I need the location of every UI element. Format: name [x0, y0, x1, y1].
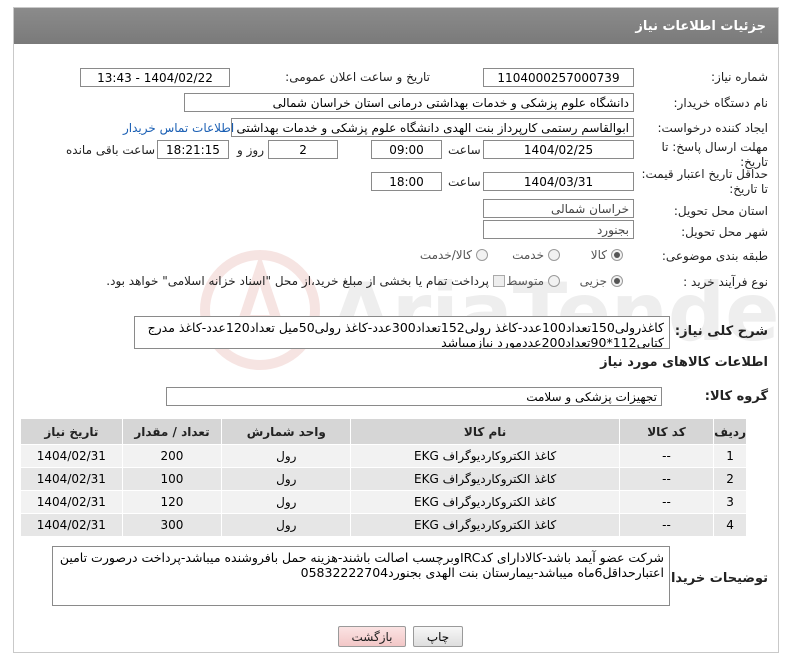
table-row: 3 -- کاغذ الکتروکاردیوگراف EKG رول 120 1… — [20, 490, 747, 514]
cell-date: 1404/02/31 — [20, 444, 123, 468]
cell-code: -- — [618, 467, 715, 491]
need-number-label: شماره نیاز: — [711, 70, 768, 84]
radio-medium[interactable] — [548, 275, 560, 287]
cell-unit: رول — [221, 513, 352, 537]
announce-datetime-field: 1404/02/22 - 13:43 — [80, 68, 230, 87]
deadline-time-field: 09:00 — [371, 140, 442, 159]
announce-label: تاریخ و ساعت اعلان عمومی: — [285, 70, 430, 84]
creator-label: ایجاد کننده درخواست: — [657, 121, 768, 135]
cell-row: 2 — [713, 467, 747, 491]
col-qty: تعداد / مقدار — [121, 418, 223, 445]
goods-info-title: اطلاعات کالاهای مورد نیاز — [600, 355, 768, 370]
validity-time-label: ساعت — [448, 175, 481, 189]
cell-unit: رول — [221, 444, 352, 468]
payment-checkbox[interactable] — [493, 275, 505, 287]
cell-unit: رول — [221, 467, 352, 491]
col-row: ردیف — [713, 418, 747, 445]
buyer-org-label: نام دستگاه خریدار: — [673, 96, 769, 110]
buyer-org-field: دانشگاه علوم پزشکی و خدمات بهداشتی درمان… — [184, 93, 634, 112]
deadline-label: مهلت ارسال پاسخ: تا — [661, 140, 768, 154]
radio-goods[interactable] — [611, 249, 623, 261]
cell-qty: 300 — [121, 513, 223, 537]
cell-code: -- — [618, 490, 715, 514]
cell-unit: رول — [221, 490, 352, 514]
table-row: 4 -- کاغذ الکتروکاردیوگراف EKG رول 300 1… — [20, 513, 747, 537]
cell-date: 1404/02/31 — [20, 490, 123, 514]
goods-group-label: گروه کالا: — [704, 389, 768, 404]
cell-qty: 100 — [121, 467, 223, 491]
need-number-field: 1104000257000739 — [483, 68, 634, 87]
general-desc-textarea[interactable]: کاغذرولی150تعداد100عدد-کاغذ رولی152تعداد… — [134, 316, 670, 349]
city-label: شهر محل تحویل: — [681, 225, 768, 239]
buyer-notes-label: توضیحات خریدار: — [658, 571, 768, 586]
validity-time-field: 18:00 — [371, 172, 442, 191]
payment-note: پرداخت تمام یا بخشی از مبلغ خرید،از محل … — [106, 274, 505, 288]
city-field: بجنورد — [483, 220, 634, 239]
process-option-medium[interactable]: متوسط — [506, 274, 560, 288]
days-remaining-field: 2 — [268, 140, 338, 159]
category-label: طبقه بندی موضوعی: — [661, 249, 768, 263]
goods-table-header: ردیف کد کالا نام کالا واحد شمارش تعداد /… — [20, 418, 747, 445]
cell-date: 1404/02/31 — [20, 467, 123, 491]
cell-row: 4 — [713, 513, 747, 537]
remaining-time-label: ساعت باقی مانده — [66, 143, 156, 157]
buyer-notes-textarea[interactable]: شرکت عضو آیمد باشد-کالادارای کدIRCوبرچسب… — [52, 546, 670, 606]
process-option-minor[interactable]: جزیی — [580, 274, 623, 288]
goods-table: ردیف کد کالا نام کالا واحد شمارش تعداد /… — [20, 418, 747, 537]
cell-code: -- — [618, 444, 715, 468]
print-button[interactable]: چاپ — [413, 626, 463, 647]
radio-minor[interactable] — [611, 275, 623, 287]
days-label: روز و — [237, 143, 264, 157]
cell-qty: 200 — [121, 444, 223, 468]
panel-title: جزئیات اطلاعات نیاز — [14, 8, 778, 44]
buyer-contact-link[interactable]: اطلاعات تماس خریدار — [123, 121, 234, 135]
cell-name: کاغذ الکتروکاردیوگراف EKG — [350, 490, 620, 514]
cell-name: کاغذ الکتروکاردیوگراف EKG — [350, 444, 620, 468]
category-option-service[interactable]: خدمت — [512, 248, 560, 262]
cell-qty: 120 — [121, 490, 223, 514]
col-code: کد کالا — [618, 418, 715, 445]
deadline-date-field: 1404/02/25 — [483, 140, 634, 159]
cell-name: کاغذ الکتروکاردیوگراف EKG — [350, 513, 620, 537]
col-date: تاریخ نیاز — [20, 418, 123, 445]
category-option-both[interactable]: کالا/خدمت — [420, 248, 488, 262]
province-field: خراسان شمالی — [483, 199, 634, 218]
deadline-time-label: ساعت — [448, 143, 481, 157]
back-button[interactable]: بازگشت — [338, 626, 406, 647]
general-desc-label: شرح کلی نیاز: — [674, 324, 768, 339]
validity-label-date: تا تاریخ: — [729, 182, 768, 196]
cell-name: کاغذ الکتروکاردیوگراف EKG — [350, 467, 620, 491]
col-name: نام کالا — [350, 418, 620, 445]
creator-field: ابوالقاسم رستمی کارپرداز بنت الهدی دانشگ… — [231, 118, 634, 137]
table-row: 2 -- کاغذ الکتروکاردیوگراف EKG رول 100 1… — [20, 467, 747, 491]
remaining-time-field: 18:21:15 — [157, 140, 229, 159]
cell-code: -- — [618, 513, 715, 537]
validity-date-field: 1404/03/31 — [483, 172, 634, 191]
goods-group-field: تجهیزات پزشکی و سلامت — [166, 387, 662, 406]
cell-row: 3 — [713, 490, 747, 514]
validity-label: حداقل تاریخ اعتبار قیمت: — [641, 167, 768, 181]
cell-date: 1404/02/31 — [20, 513, 123, 537]
category-option-goods[interactable]: کالا — [591, 248, 623, 262]
province-label: استان محل تحویل: — [673, 204, 768, 218]
table-row: 1 -- کاغذ الکتروکاردیوگراف EKG رول 200 1… — [20, 444, 747, 468]
process-label: نوع فرآیند خرید : — [683, 275, 768, 289]
radio-service[interactable] — [548, 249, 560, 261]
cell-row: 1 — [713, 444, 747, 468]
col-unit: واحد شمارش — [221, 418, 352, 445]
radio-both[interactable] — [476, 249, 488, 261]
